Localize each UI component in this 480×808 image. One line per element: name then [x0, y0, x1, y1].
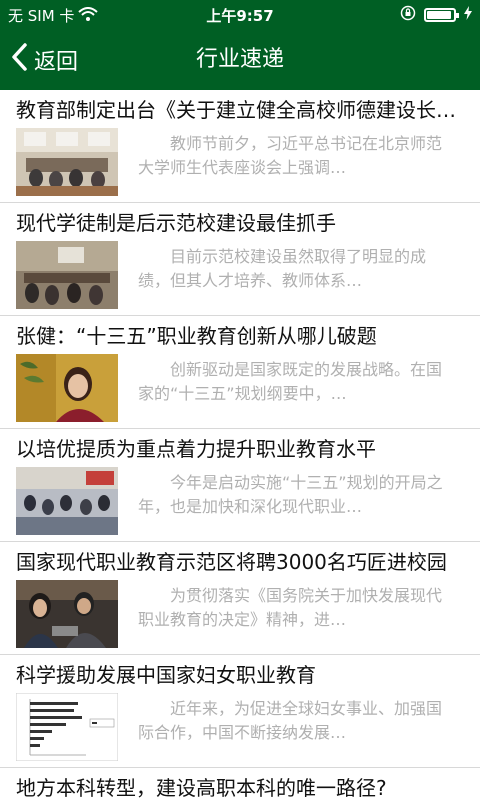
back-label: 返回 [34, 50, 79, 75]
news-item[interactable]: 张健：“十三五”职业教育创新从哪儿破题 创新驱动是国家既定的发展战略。在国家的“… [0, 316, 480, 429]
news-title: 张健：“十三五”职业教育创新从哪儿破题 [16, 324, 377, 348]
news-item[interactable]: 以培优提质为重点着力提升职业教育水平 今年是启动实施“十三五”规划的开局之年，也… [0, 429, 480, 542]
news-item[interactable]: 地方本科转型，建设高职本科的唯一路径? [0, 768, 480, 808]
news-thumbnail [16, 241, 118, 309]
back-button[interactable]: 返回 [10, 30, 78, 90]
news-thumbnail [16, 128, 118, 196]
news-title: 国家现代职业教育示范区将聘3000名巧匠进校园 [16, 550, 447, 574]
news-summary: 今年是启动实施“十三五”规划的开局之年，也是加快和深化现代职业… [138, 473, 443, 516]
rotation-lock-icon [400, 5, 416, 25]
news-summary: 教师节前夕，习近平总书记在北京师范大学师生代表座谈会上强调… [138, 134, 443, 177]
nav-bar: 返回 行业速递 [0, 30, 480, 90]
news-thumbnail [16, 354, 118, 422]
news-thumbnail [16, 580, 118, 648]
status-bar: 无 SIM 卡 上午9:57 [0, 0, 480, 30]
charging-icon [464, 6, 472, 24]
news-item[interactable]: 科学援助发展中国家妇女职业教育 近年来，为促进全球妇女事业、加强国际合作，中国不… [0, 655, 480, 768]
news-thumbnail [16, 693, 118, 761]
news-summary: 近年来，为促进全球妇女事业、加强国际合作，中国不断接纳发展… [138, 699, 443, 742]
news-title: 以培优提质为重点着力提升职业教育水平 [16, 437, 376, 461]
news-item[interactable]: 教育部制定出台《关于建立健全高校师德建设长效机制的意见》 教师节前夕，习近平总书… [0, 90, 480, 203]
news-summary: 目前示范校建设虽然取得了明显的成绩，但其人才培养、教师体系… [138, 247, 427, 290]
news-title: 科学援助发展中国家妇女职业教育 [16, 663, 316, 687]
chevron-left-icon [10, 42, 28, 78]
news-thumbnail [16, 467, 118, 535]
news-summary: 创新驱动是国家既定的发展战略。在国家的“十三五”规划纲要中，… [138, 360, 443, 403]
news-title: 教育部制定出台《关于建立健全高校师德建设长效机制的意见》 [16, 98, 468, 122]
news-title: 地方本科转型，建设高职本科的唯一路径? [16, 776, 387, 800]
news-title: 现代学徒制是后示范校建设最佳抓手 [16, 211, 336, 235]
news-summary: 为贯彻落实《国务院关于加快发展现代职业教育的决定》精神，进… [138, 586, 443, 629]
news-item[interactable]: 国家现代职业教育示范区将聘3000名巧匠进校园 为贯彻落实《国务院关于加快发展现… [0, 542, 480, 655]
news-item[interactable]: 现代学徒制是后示范校建设最佳抓手 目前示范校建设虽然取得了明显的成绩，但其人才培… [0, 203, 480, 316]
battery-icon [424, 8, 459, 22]
status-right [400, 5, 472, 25]
news-list: 教育部制定出台《关于建立健全高校师德建设长效机制的意见》 教师节前夕，习近平总书… [0, 90, 480, 808]
